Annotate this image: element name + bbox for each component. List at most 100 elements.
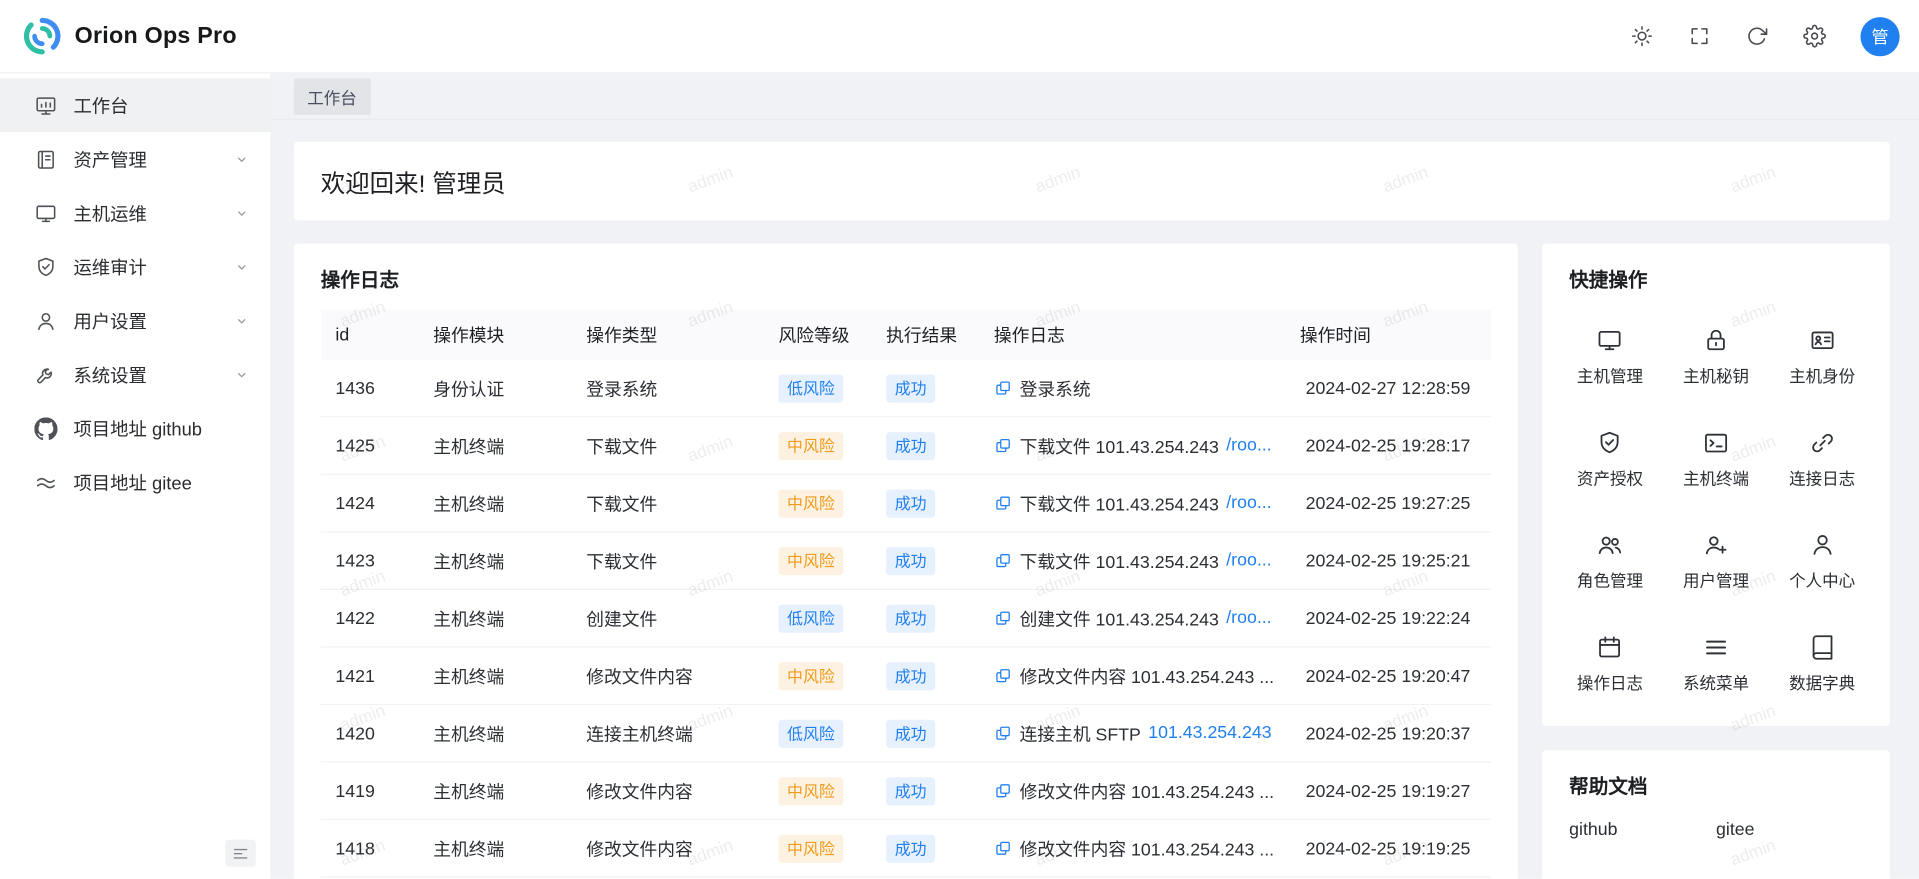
quick-action-label: 个人中心 (1789, 570, 1855, 591)
copy-icon[interactable] (994, 494, 1012, 512)
chevron-down-icon (233, 365, 251, 383)
quick-action-item[interactable]: 主机秘钥 (1663, 305, 1769, 407)
quick-action-item[interactable]: 数据字典 (1769, 612, 1875, 714)
log-entry[interactable]: 下载文件 101.43.254.243 /roo... (994, 433, 1271, 459)
sidebar-item[interactable]: 运维审计 (0, 240, 271, 294)
quick-action-label: 主机管理 (1577, 366, 1643, 387)
risk-badge: 低风险 (778, 375, 843, 403)
copy-icon[interactable] (994, 379, 1012, 397)
copy-icon[interactable] (994, 551, 1012, 569)
cell-risk: 中风险 (764, 417, 872, 475)
sidebar-collapse-button[interactable] (225, 840, 256, 867)
log-entry[interactable]: 下载文件 101.43.254.243 /roo... (994, 548, 1271, 574)
calendar-icon (1596, 634, 1623, 661)
log-entry[interactable]: 下载文件 101.43.254.243 /roo... (994, 490, 1271, 516)
sidebar-item[interactable]: 项目地址 github (0, 401, 271, 455)
sidebar-item-label: 项目地址 gitee (73, 469, 191, 495)
user-avatar[interactable]: 管 (1860, 17, 1899, 56)
quick-action-item[interactable]: 资产授权 (1557, 407, 1663, 509)
copy-icon[interactable] (994, 436, 1012, 454)
column-header: 操作模块 (419, 310, 572, 360)
chevron-down-icon (233, 150, 251, 168)
link-icon (1809, 429, 1836, 456)
sidebar-item[interactable]: 用户设置 (0, 294, 271, 348)
help-docs-title: 帮助文档 (1569, 770, 1863, 799)
book-icon (1809, 634, 1836, 661)
log-entry[interactable]: 修改文件内容 101.43.254.243 ... (994, 663, 1271, 689)
chevron-down-icon (233, 204, 251, 222)
quick-action-item[interactable]: 角色管理 (1557, 509, 1663, 611)
wrench-icon (34, 363, 57, 386)
quick-action-item[interactable]: 用户管理 (1663, 509, 1769, 611)
sidebar-menu: 工作台 资产管理 主机运维 运维审计 用户设置 系统设置 项目地址 github… (0, 78, 271, 509)
welcome-card: 欢迎回来! 管理员 (294, 142, 1890, 220)
help-doc-link[interactable]: github (1569, 820, 1716, 840)
quick-action-item[interactable]: 主机终端 (1663, 407, 1769, 509)
cell-type: 登录系统 (572, 360, 764, 417)
log-entry[interactable]: 修改文件内容 101.43.254.243 ... (994, 835, 1271, 861)
copy-icon[interactable] (994, 724, 1012, 742)
log-link[interactable]: /roo... (1226, 436, 1271, 456)
cell-time: 2024-02-25 19:28:17 (1285, 417, 1491, 475)
sidebar-item[interactable]: 项目地址 gitee (0, 455, 271, 509)
cell-log: 下载文件 101.43.254.243 /roo... (979, 532, 1285, 590)
shield-check-icon (34, 255, 57, 278)
cell-module: 主机终端 (419, 704, 572, 762)
content: 欢迎回来! 管理员 操作日志 id操作模块操作类型风险等级执行结果操作日志操作时… (272, 120, 1919, 879)
cell-type: 下载文件 (572, 532, 764, 590)
sidebar-item[interactable]: 资产管理 (0, 132, 271, 186)
cell-risk: 中风险 (764, 819, 872, 877)
quick-action-item[interactable]: 操作日志 (1557, 612, 1663, 714)
copy-icon[interactable] (994, 609, 1012, 627)
cell-log: 修改文件内容 101.43.254.243 ... (979, 819, 1285, 877)
app-header: Orion Ops Pro 管 (0, 0, 1919, 73)
cell-log: 下载文件 101.43.254.243 /roo... (979, 474, 1285, 532)
fullscreen-button[interactable] (1688, 24, 1712, 48)
quick-action-item[interactable]: 个人中心 (1769, 509, 1875, 611)
id-card-icon (1809, 327, 1836, 354)
sidebar-item[interactable]: 工作台 (0, 78, 271, 132)
log-link[interactable]: /roo... (1226, 551, 1271, 571)
cell-time: 2024-02-25 19:22:24 (1285, 589, 1491, 647)
log-entry[interactable]: 创建文件 101.43.254.243 /roo... (994, 605, 1271, 631)
log-text: 创建文件 101.43.254.243 (1020, 605, 1219, 631)
log-entry[interactable]: 登录系统 (994, 375, 1091, 401)
log-table-row: 1421 主机终端 修改文件内容 中风险 成功 修改文件内容 101.43.25… (321, 647, 1491, 705)
sidebar-item[interactable]: 主机运维 (0, 186, 271, 240)
cell-risk: 低风险 (764, 360, 872, 417)
cell-type: 下载文件 (572, 417, 764, 475)
settings-button[interactable] (1803, 24, 1827, 48)
quick-action-label: 主机终端 (1683, 468, 1749, 489)
copy-icon[interactable] (994, 782, 1012, 800)
refresh-button[interactable] (1745, 24, 1769, 48)
right-panel: 快捷操作 主机管理 主机秘钥 主机身份 资产授权 主机终端 连接日志 角色管理 … (1542, 244, 1890, 879)
users-icon (1596, 531, 1623, 558)
cell-risk: 中风险 (764, 532, 872, 590)
log-link[interactable]: /roo... (1226, 493, 1271, 513)
copy-icon[interactable] (994, 666, 1012, 684)
risk-badge: 中风险 (778, 432, 843, 460)
person-icon (34, 309, 57, 332)
cell-result: 成功 (871, 762, 979, 820)
help-doc-link[interactable]: gitee (1716, 820, 1863, 840)
log-link[interactable]: /roo... (1226, 608, 1271, 628)
tab-workbench[interactable]: 工作台 (294, 78, 370, 115)
theme-toggle-button[interactable] (1630, 24, 1654, 48)
sidebar-item[interactable]: 系统设置 (0, 348, 271, 402)
sidebar-item-label: 工作台 (73, 92, 128, 118)
log-entry[interactable]: 修改文件内容 101.43.254.243 ... (994, 778, 1271, 804)
quick-action-item[interactable]: 系统菜单 (1663, 612, 1769, 714)
copy-icon[interactable] (994, 839, 1012, 857)
sidebar-item-label: 项目地址 github (73, 416, 202, 442)
log-entry[interactable]: 连接主机 SFTP 101.43.254.243 (994, 720, 1271, 746)
cell-log: 修改文件内容 101.43.254.243 ... (979, 647, 1285, 705)
cell-type: 下载文件 (572, 474, 764, 532)
cell-type: 修改文件内容 (572, 647, 764, 705)
log-link[interactable]: 101.43.254.243 (1148, 723, 1271, 743)
cell-time: 2024-02-27 12:28:59 (1285, 360, 1491, 417)
app-logo-icon (22, 16, 62, 56)
quick-action-item[interactable]: 连接日志 (1769, 407, 1875, 509)
cell-id: 1422 (321, 589, 419, 647)
quick-action-item[interactable]: 主机管理 (1557, 305, 1663, 407)
quick-action-item[interactable]: 主机身份 (1769, 305, 1875, 407)
